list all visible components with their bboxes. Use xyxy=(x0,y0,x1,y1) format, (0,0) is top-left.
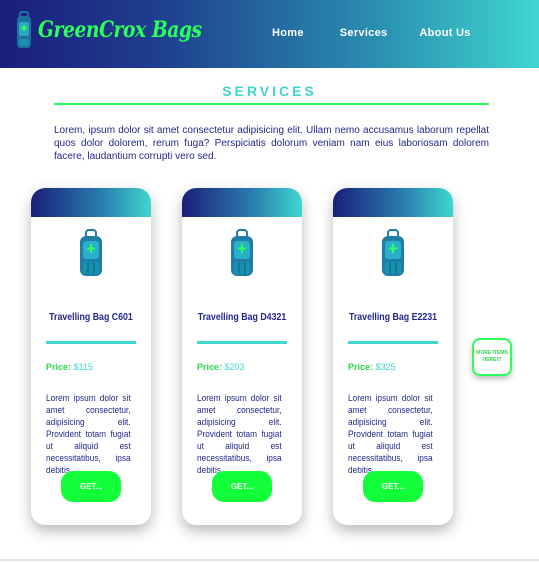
card-price: Price: $115 xyxy=(46,362,93,372)
price-label: Price: xyxy=(46,362,72,372)
card-title: Travelling Bag D4321 xyxy=(197,312,287,323)
backpack-icon xyxy=(382,229,404,276)
section-title: SERVICES xyxy=(222,83,317,99)
get-button[interactable]: GET... xyxy=(61,471,121,502)
product-card: Travelling Bag E2231 Price: $325 Lorem i… xyxy=(333,188,453,525)
price-value: $325 xyxy=(375,362,396,372)
price-value: $115 xyxy=(73,362,93,372)
nav-links: Home Services About Us xyxy=(272,27,503,39)
get-button[interactable]: GET... xyxy=(212,471,272,502)
product-card: Travelling Bag C601 Price: $115 Lorem ip… xyxy=(31,188,151,525)
card-header-band xyxy=(333,188,453,217)
card-divider xyxy=(348,341,438,344)
title-divider xyxy=(54,103,489,105)
product-card: Travelling Bag D4321 Price: $203 Lorem i… xyxy=(182,188,302,525)
price-value: $203 xyxy=(224,362,245,372)
intro-text: Lorem, ipsum dolor sit amet consectetur … xyxy=(54,125,489,162)
brand-name: GreenCrox Bags xyxy=(38,17,202,43)
card-description: Lorem ipsum dolor sit amet consectetur, … xyxy=(197,393,282,475)
backpack-icon xyxy=(231,229,253,276)
backpack-icon xyxy=(80,229,102,276)
get-button[interactable]: GET... xyxy=(363,471,423,502)
nav-home[interactable]: Home xyxy=(272,27,304,39)
card-title: Travelling Bag E2231 xyxy=(348,312,438,323)
card-title: Travelling Bag C601 xyxy=(49,312,133,323)
nav-services[interactable]: Services xyxy=(340,27,388,39)
price-label: Price: xyxy=(348,362,374,372)
card-price: Price: $325 xyxy=(348,362,396,372)
card-divider xyxy=(197,341,287,344)
price-label: Price: xyxy=(197,362,223,372)
card-description: Lorem ipsum dolor sit amet consectetur, … xyxy=(348,393,433,475)
card-price: Price: $203 xyxy=(197,362,245,372)
backpack-icon xyxy=(17,11,31,48)
page-bottom-border xyxy=(0,559,539,561)
navbar: GreenCrox Bags Home Services About Us xyxy=(0,0,539,68)
card-header-band xyxy=(31,188,151,217)
brand[interactable]: GreenCrox Bags xyxy=(14,10,231,50)
more-items-button[interactable]: MORE ITEMS HERE!!! xyxy=(472,338,512,376)
card-description: Lorem ipsum dolor sit amet consectetur, … xyxy=(46,393,131,475)
card-divider xyxy=(46,341,136,344)
nav-about-us[interactable]: About Us xyxy=(419,27,470,39)
card-header-band xyxy=(182,188,302,217)
